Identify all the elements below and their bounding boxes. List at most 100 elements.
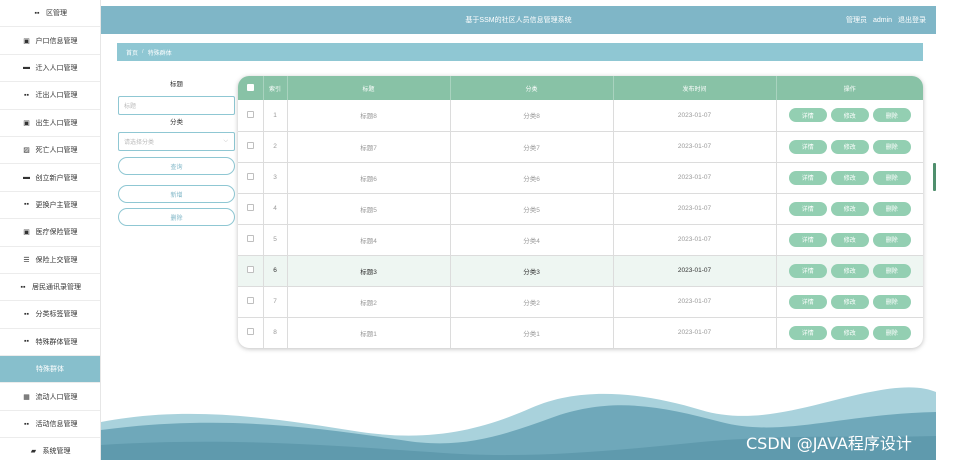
cell-title: 标题4 — [287, 224, 451, 256]
edit-button[interactable]: 修改 — [830, 170, 869, 185]
sidebar-item[interactable]: ☰ 保险上交管理 — [0, 247, 100, 274]
cell-category: 分类3 — [450, 255, 614, 287]
column-header-index: 索引 — [263, 76, 288, 100]
delete-button[interactable]: 删除 — [872, 294, 911, 309]
breadcrumb-home[interactable]: 首页 — [126, 48, 138, 57]
data-table: 索引 标题 分类 发布时间 操作 1 标题8 分类8 2023-01-07 详情 修改 删除… — [238, 76, 923, 348]
category-select[interactable]: 请选择分类 ⌵ — [118, 132, 235, 151]
cell-index: 6 — [263, 255, 288, 287]
detail-button[interactable]: 详情 — [788, 201, 827, 216]
detail-button[interactable]: 详情 — [788, 232, 827, 247]
cell-index: 7 — [263, 286, 288, 318]
delete-button[interactable]: 删除 — [872, 108, 911, 123]
cell-date: 2023-01-07 — [613, 224, 777, 256]
row-checkbox-cell — [238, 317, 264, 348]
table-row[interactable]: 2 标题7 分类7 2023-01-07 详情 修改 删除 — [238, 131, 923, 163]
column-header-title: 标题 — [287, 76, 451, 100]
delete-selected-button[interactable]: 删除 — [118, 208, 235, 226]
delete-button[interactable]: 删除 — [872, 263, 911, 278]
sidebar-item[interactable]: ▬ 创立新户管理 — [0, 164, 100, 192]
table-row[interactable]: 4 标题5 分类5 2023-01-07 详情 修改 删除 — [238, 193, 923, 225]
select-all-header — [238, 76, 264, 100]
detail-button[interactable]: 详情 — [788, 294, 827, 309]
row-checkbox-cell — [238, 100, 264, 132]
cell-date: 2023-01-07 — [613, 317, 777, 348]
table-row[interactable]: 5 标题4 分类4 2023-01-07 详情 修改 删除 — [238, 224, 923, 256]
row-checkbox[interactable] — [246, 297, 254, 304]
row-checkbox[interactable] — [246, 235, 254, 242]
edit-button[interactable]: 修改 — [830, 325, 869, 340]
logout-link[interactable]: 退出登录 — [898, 17, 926, 24]
add-button[interactable]: 新增 — [118, 185, 235, 203]
edit-button[interactable]: 修改 — [830, 263, 869, 278]
row-checkbox[interactable] — [246, 110, 254, 118]
edit-button[interactable]: 修改 — [830, 139, 869, 154]
row-actions: 详情 修改 删除 — [777, 325, 924, 340]
select-all-checkbox[interactable] — [246, 83, 254, 91]
cell-date: 2023-01-07 — [613, 286, 777, 318]
username: admin — [872, 17, 893, 24]
detail-button[interactable]: 详情 — [788, 108, 827, 123]
cell-actions: 详情 修改 删除 — [776, 100, 923, 132]
row-checkbox[interactable] — [246, 266, 254, 273]
row-checkbox-cell — [238, 193, 264, 225]
cell-index: 2 — [263, 131, 288, 163]
row-checkbox[interactable] — [246, 328, 254, 335]
breadcrumb-separator: / — [142, 49, 144, 55]
delete-button[interactable]: 删除 — [872, 232, 911, 247]
sidebar-item[interactable]: ▪▪ 迁出人口管理 — [0, 82, 100, 110]
row-checkbox-cell — [238, 224, 264, 256]
row-checkbox[interactable] — [246, 204, 254, 211]
edit-button[interactable]: 修改 — [830, 201, 869, 216]
sidebar-item[interactable]: ▪▪ 特殊群体管理 — [0, 329, 100, 357]
cell-title: 标题3 — [287, 255, 451, 287]
sidebar-item[interactable]: ▪▪ 活动信息管理 — [0, 411, 100, 439]
scroll-indicator[interactable] — [933, 163, 936, 191]
cell-date: 2023-01-07 — [613, 255, 777, 287]
delete-button[interactable]: 删除 — [872, 139, 911, 154]
sidebar-item[interactable]: 特殊群体 — [0, 356, 100, 384]
edit-button[interactable]: 修改 — [830, 294, 869, 309]
query-button[interactable]: 查询 — [118, 157, 235, 175]
detail-button[interactable]: 详情 — [788, 139, 827, 154]
delete-button[interactable]: 删除 — [872, 325, 911, 340]
table-row[interactable]: 7 标题2 分类2 2023-01-07 详情 修改 删除 — [238, 286, 924, 318]
table-row[interactable]: 3 标题6 分类6 2023-01-07 详情 修改 删除 — [238, 162, 923, 194]
sidebar-item[interactable]: ▣ 户口信息管理 — [0, 27, 100, 55]
sidebar-item[interactable]: ▣ 出生人口管理 — [0, 110, 100, 137]
detail-button[interactable]: 详情 — [788, 263, 827, 278]
cell-title: 标题6 — [287, 162, 451, 194]
detail-button[interactable]: 详情 — [788, 170, 827, 185]
sidebar-item[interactable]: ▪▪ 更换户主管理 — [0, 192, 100, 220]
sidebar-item[interactable]: ▬ 迁入人口管理 — [0, 55, 100, 83]
chevron-down-icon: ⌵ — [223, 138, 228, 144]
table-row[interactable]: 1 标题8 分类8 2023-01-07 详情 修改 删除 — [238, 100, 923, 132]
row-actions: 详情 修改 删除 — [777, 294, 924, 309]
edit-button[interactable]: 修改 — [830, 232, 869, 247]
grid-icon: ▪▪ — [24, 310, 29, 318]
sidebar: ▪▪ 区管理 ▣ 户口信息管理 ▬ 迁入人口管理 ▪▪ 迁出人口管理 ▣ 出生人口管理 ▨ 死亡人口管… — [0, 0, 101, 460]
sidebar-item[interactable]: ▪▪ 区管理 — [0, 0, 100, 28]
cell-title: 标题5 — [287, 193, 451, 225]
detail-button[interactable]: 详情 — [788, 325, 827, 340]
cell-index: 8 — [263, 317, 288, 348]
edit-button[interactable]: 修改 — [830, 108, 869, 123]
table-row[interactable]: 8 标题1 分类1 2023-01-07 详情 修改 删除 — [238, 317, 923, 348]
cell-index: 5 — [263, 224, 288, 256]
sidebar-item-label: 系统管理 — [42, 448, 71, 456]
table-row[interactable]: 6 标题3 分类3 2023-01-07 详情 修改 删除 — [238, 255, 923, 287]
delete-button[interactable]: 删除 — [872, 201, 911, 216]
sidebar-item[interactable]: ▣ 医疗保险管理 — [0, 219, 100, 247]
delete-button[interactable]: 删除 — [872, 170, 911, 185]
row-checkbox[interactable] — [246, 142, 254, 149]
sidebar-item-label: 流动人口管理 — [35, 393, 78, 401]
sidebar-item[interactable]: ▰ 系统管理 — [0, 438, 100, 460]
row-checkbox[interactable] — [246, 173, 254, 180]
sidebar-item[interactable]: ▪▪ 分类标签管理 — [0, 301, 100, 329]
grid-icon: ▪▪ — [24, 91, 29, 99]
sidebar-item[interactable]: ▦ 流动人口管理 — [0, 383, 100, 411]
sidebar-item[interactable]: ▪▪ 居民通讯录管理 — [0, 274, 100, 302]
grid-icon: ▪▪ — [24, 420, 29, 428]
sidebar-item[interactable]: ▨ 死亡人口管理 — [0, 137, 100, 165]
title-input[interactable]: 标题 — [118, 96, 235, 115]
